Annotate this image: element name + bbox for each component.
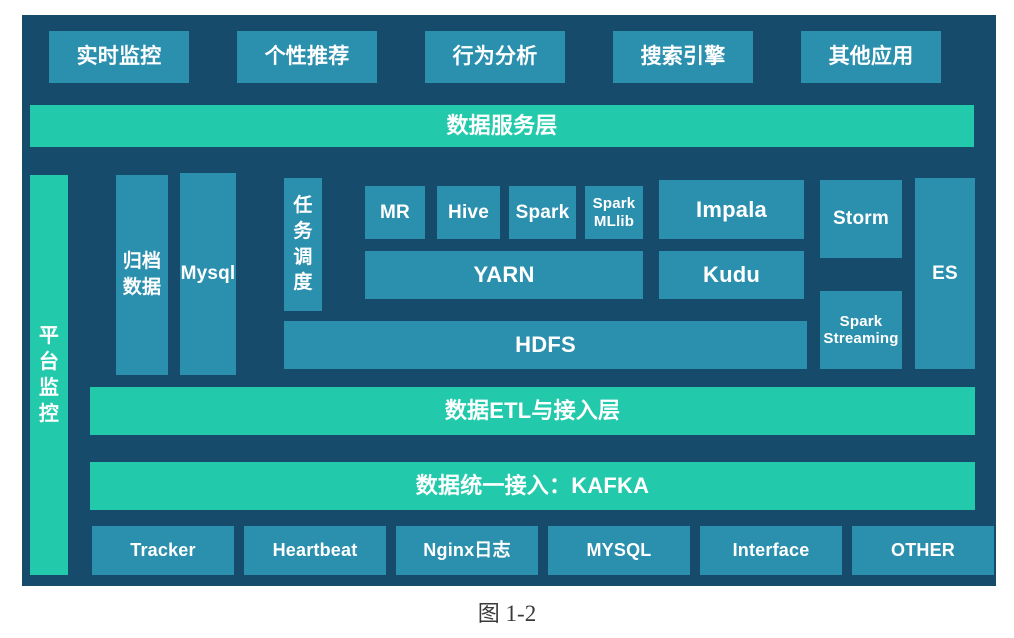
source-label: Interface xyxy=(732,540,810,561)
data-etl-layer-label: 数据ETL与接入层 xyxy=(444,398,621,424)
elasticsearch-box[interactable]: ES xyxy=(915,178,975,369)
task-scheduler-char: 务 xyxy=(293,220,313,242)
platform-monitoring-char: 控 xyxy=(38,403,60,425)
app-label: 搜索引擎 xyxy=(640,44,726,68)
source-box-other[interactable]: OTHER xyxy=(852,526,994,575)
compute-engine-hive[interactable]: Hive xyxy=(437,186,500,239)
source-box-mysql[interactable]: MYSQL xyxy=(548,526,690,575)
impala-label: Impala xyxy=(696,196,767,222)
source-label: Heartbeat xyxy=(272,540,358,561)
architecture-figure: 实时监控 个性推荐 行为分析 搜索引擎 其他应用 数据服务层 平 台 监 控 归… xyxy=(0,0,1014,638)
app-label: 其他应用 xyxy=(828,44,914,68)
platform-monitoring-char: 台 xyxy=(38,351,60,373)
spark-streaming-box[interactable]: Spark Streaming xyxy=(820,291,902,369)
task-scheduler-char: 任 xyxy=(293,195,313,217)
task-scheduler-char: 调 xyxy=(293,246,313,268)
app-label: 行为分析 xyxy=(452,44,538,68)
source-label: MYSQL xyxy=(586,540,652,561)
app-box-realtime-monitoring[interactable]: 实时监控 xyxy=(49,31,189,83)
app-label: 个性推荐 xyxy=(264,44,350,68)
archive-data-box[interactable]: 归档 数据 xyxy=(116,175,168,375)
spark-streaming-label-line1: Spark xyxy=(839,312,883,330)
storm-box[interactable]: Storm xyxy=(820,180,902,258)
compute-engine-label-line1: Spark xyxy=(592,195,636,213)
source-label: OTHER xyxy=(891,540,955,561)
source-box-nginx-log[interactable]: Nginx日志 xyxy=(396,526,538,575)
yarn-label: YARN xyxy=(473,262,535,288)
compute-engine-label: Spark xyxy=(515,201,570,223)
compute-engine-label: MR xyxy=(380,201,410,223)
platform-monitoring-char: 监 xyxy=(38,377,60,399)
mysql-storage-box[interactable]: Mysql xyxy=(180,173,236,375)
archive-data-label-line2: 数据 xyxy=(122,277,162,298)
figure-caption-cn: 图 xyxy=(477,602,500,627)
archive-data-label-line1: 归档 xyxy=(122,251,162,273)
data-service-layer-bar[interactable]: 数据服务层 xyxy=(30,105,974,147)
figure-caption-number: 1-2 xyxy=(499,601,537,626)
task-scheduler-box[interactable]: 任 务 调 度 xyxy=(284,178,322,311)
yarn-box[interactable]: YARN xyxy=(365,251,643,299)
app-box-other-applications[interactable]: 其他应用 xyxy=(801,31,941,83)
data-etl-layer-bar[interactable]: 数据ETL与接入层 xyxy=(90,387,975,435)
compute-engine-label: Hive xyxy=(448,201,489,223)
compute-engine-spark-mllib[interactable]: Spark MLlib xyxy=(585,186,643,239)
storm-label: Storm xyxy=(833,208,889,230)
hdfs-label: HDFS xyxy=(515,332,576,358)
compute-engine-spark[interactable]: Spark xyxy=(509,186,576,239)
kudu-box[interactable]: Kudu xyxy=(659,251,804,299)
app-box-personalized-recommendation[interactable]: 个性推荐 xyxy=(237,31,377,83)
source-box-heartbeat[interactable]: Heartbeat xyxy=(244,526,386,575)
platform-monitoring-bar[interactable]: 平 台 监 控 xyxy=(30,175,68,575)
app-label: 实时监控 xyxy=(76,44,162,68)
app-box-search-engine[interactable]: 搜索引擎 xyxy=(613,31,753,83)
source-label: Tracker xyxy=(130,540,196,561)
impala-box[interactable]: Impala xyxy=(659,180,804,239)
hdfs-box[interactable]: HDFS xyxy=(284,321,807,369)
source-label: Nginx日志 xyxy=(423,540,511,561)
data-ingest-kafka-bar[interactable]: 数据统一接入：KAFKA xyxy=(90,462,975,510)
figure-caption: 图 1-2 xyxy=(0,596,1014,628)
compute-engine-mr[interactable]: MR xyxy=(365,186,425,239)
compute-engine-label-line2: MLlib xyxy=(593,212,635,230)
task-scheduler-char: 度 xyxy=(293,272,313,294)
source-box-interface[interactable]: Interface xyxy=(700,526,842,575)
spark-streaming-label-line2: Streaming xyxy=(823,330,899,347)
data-service-layer-label: 数据服务层 xyxy=(446,113,558,139)
source-box-tracker[interactable]: Tracker xyxy=(92,526,234,575)
platform-monitoring-char: 平 xyxy=(38,325,60,347)
kudu-label: Kudu xyxy=(702,262,760,288)
architecture-panel: 实时监控 个性推荐 行为分析 搜索引擎 其他应用 数据服务层 平 台 监 控 归… xyxy=(22,15,996,586)
app-box-behavior-analysis[interactable]: 行为分析 xyxy=(425,31,565,83)
data-ingest-kafka-label: 数据统一接入：KAFKA xyxy=(415,473,650,499)
elasticsearch-label: ES xyxy=(932,262,958,284)
mysql-storage-label: Mysql xyxy=(180,263,236,285)
